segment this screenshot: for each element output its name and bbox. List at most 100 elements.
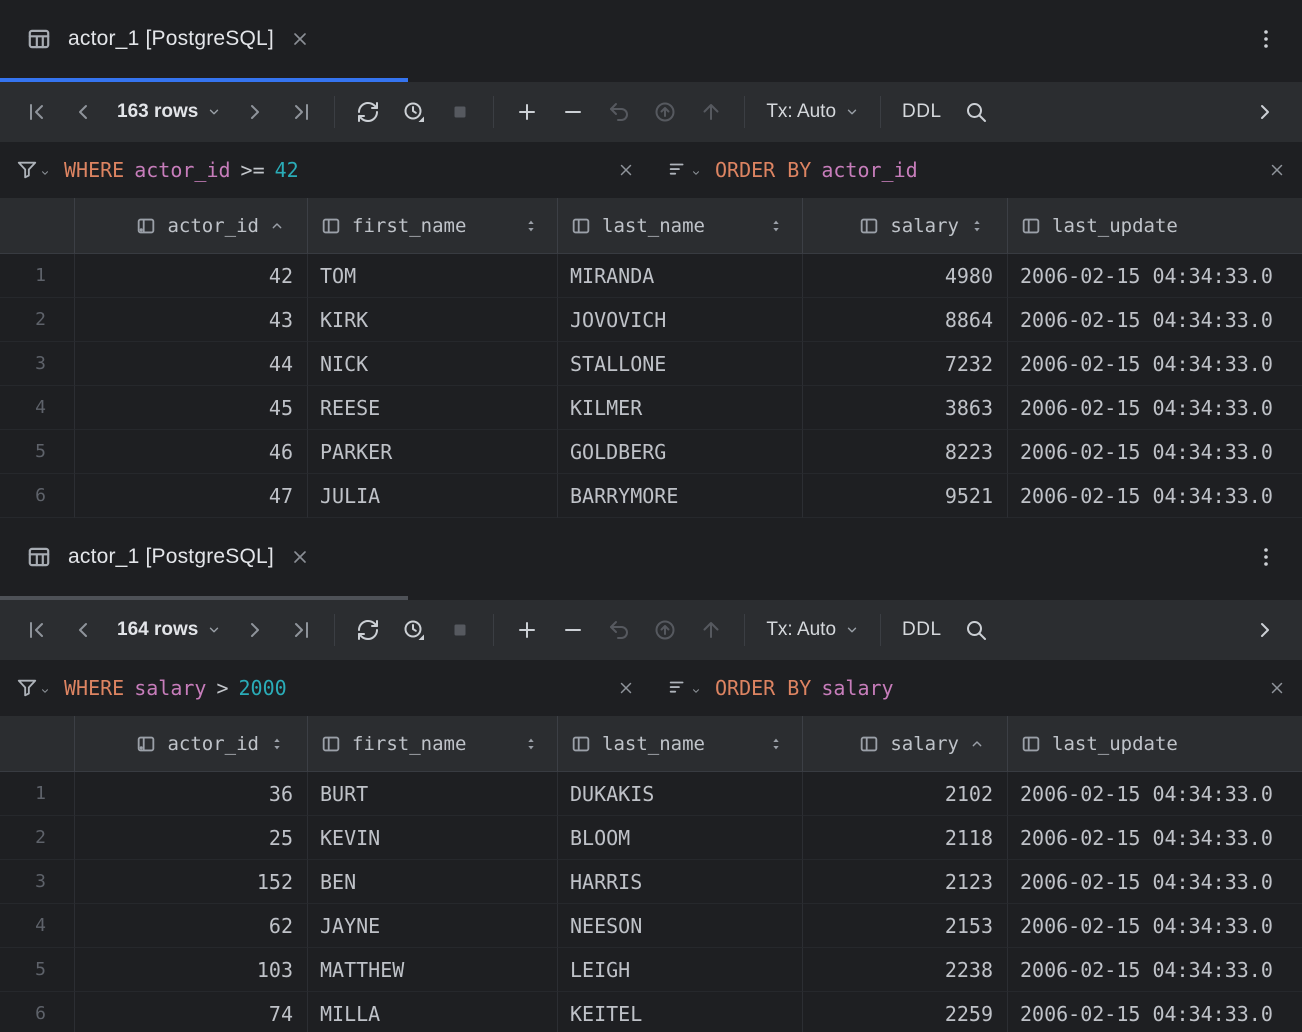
column-header-last-name[interactable]: last_name [558, 716, 803, 772]
previous-page-button[interactable] [60, 100, 106, 124]
cell-actor-id[interactable]: 74 [75, 992, 308, 1032]
cell-salary[interactable]: 8864 [803, 298, 1008, 342]
order-by-section[interactable]: ORDER BY salary [651, 660, 1302, 716]
row-number[interactable]: 6 [0, 474, 75, 518]
search-button[interactable] [953, 100, 999, 124]
cell-first-name[interactable]: JULIA [308, 474, 558, 518]
next-page-button[interactable] [232, 618, 278, 642]
clear-where-icon[interactable] [617, 679, 635, 697]
ddl-button[interactable]: DDL [891, 101, 953, 123]
add-row-button[interactable] [504, 618, 550, 642]
where-filter-section[interactable]: WHERE actor_id >= 42 [0, 142, 651, 198]
cell-salary[interactable]: 2238 [803, 948, 1008, 992]
page-size-selector[interactable]: 163 rows [106, 101, 232, 123]
filter-funnel-icon[interactable] [16, 677, 50, 699]
tab-actor-1[interactable]: actor_1 [PostgreSQL] [0, 0, 408, 82]
row-number[interactable]: 5 [0, 948, 75, 992]
cell-salary[interactable]: 4980 [803, 254, 1008, 298]
cell-actor-id[interactable]: 46 [75, 430, 308, 474]
order-by-icon[interactable] [667, 677, 701, 699]
cell-first-name[interactable]: NICK [308, 342, 558, 386]
cell-last-name[interactable]: GOLDBERG [558, 430, 803, 474]
page-size-selector[interactable]: 164 rows [106, 619, 232, 641]
cell-last-name[interactable]: BARRYMORE [558, 474, 803, 518]
tab-close-icon[interactable] [290, 29, 310, 49]
cell-last-update[interactable]: 2006-02-15 04:34:33.0 [1008, 904, 1302, 948]
cell-last-name[interactable]: NEESON [558, 904, 803, 948]
tab-actor-1[interactable]: actor_1 [PostgreSQL] [0, 518, 408, 600]
cell-last-name[interactable]: KILMER [558, 386, 803, 430]
more-options-icon[interactable] [1254, 27, 1302, 56]
cell-last-update[interactable]: 2006-02-15 04:34:33.0 [1008, 474, 1302, 518]
cell-last-update[interactable]: 2006-02-15 04:34:33.0 [1008, 430, 1302, 474]
cell-last-name[interactable]: LEIGH [558, 948, 803, 992]
cell-first-name[interactable]: JAYNE [308, 904, 558, 948]
cell-actor-id[interactable]: 36 [75, 772, 308, 816]
column-header-salary[interactable]: salary [803, 716, 1008, 772]
schedule-refresh-button[interactable] [391, 618, 437, 642]
row-number[interactable]: 1 [0, 772, 75, 816]
column-header-actor-id[interactable]: actor_id [75, 716, 308, 772]
cell-actor-id[interactable]: 43 [75, 298, 308, 342]
cell-last-name[interactable]: MIRANDA [558, 254, 803, 298]
cell-last-update[interactable]: 2006-02-15 04:34:33.0 [1008, 386, 1302, 430]
clear-where-icon[interactable] [617, 161, 635, 179]
stop-button[interactable] [437, 618, 483, 642]
row-number[interactable]: 1 [0, 254, 75, 298]
expand-toolbar-button[interactable] [1242, 618, 1288, 642]
column-header-salary[interactable]: salary [803, 198, 1008, 254]
revert-button[interactable] [642, 618, 688, 642]
delete-row-button[interactable] [550, 100, 596, 124]
cell-actor-id[interactable]: 44 [75, 342, 308, 386]
delete-row-button[interactable] [550, 618, 596, 642]
cell-first-name[interactable]: KIRK [308, 298, 558, 342]
cell-first-name[interactable]: REESE [308, 386, 558, 430]
column-header-last-update[interactable]: last_update [1008, 716, 1302, 772]
cell-salary[interactable]: 7232 [803, 342, 1008, 386]
cell-first-name[interactable]: TOM [308, 254, 558, 298]
cell-first-name[interactable]: BURT [308, 772, 558, 816]
submit-button[interactable] [688, 100, 734, 124]
ddl-button[interactable]: DDL [891, 619, 953, 641]
cell-first-name[interactable]: KEVIN [308, 816, 558, 860]
cell-salary[interactable]: 9521 [803, 474, 1008, 518]
submit-button[interactable] [688, 618, 734, 642]
column-header-last-name[interactable]: last_name [558, 198, 803, 254]
column-header-last-update[interactable]: last_update [1008, 198, 1302, 254]
column-header-actor-id[interactable]: actor_id [75, 198, 308, 254]
cell-actor-id[interactable]: 47 [75, 474, 308, 518]
cell-last-name[interactable]: STALLONE [558, 342, 803, 386]
cell-salary[interactable]: 2123 [803, 860, 1008, 904]
cell-last-name[interactable]: KEITEL [558, 992, 803, 1032]
cell-first-name[interactable]: PARKER [308, 430, 558, 474]
next-page-button[interactable] [232, 100, 278, 124]
stop-button[interactable] [437, 100, 483, 124]
row-number[interactable]: 2 [0, 298, 75, 342]
order-by-input[interactable]: ORDER BY salary [715, 676, 894, 700]
column-header-first-name[interactable]: first_name [308, 198, 558, 254]
search-button[interactable] [953, 618, 999, 642]
cell-first-name[interactable]: MILLA [308, 992, 558, 1032]
cell-last-name[interactable]: HARRIS [558, 860, 803, 904]
cell-salary[interactable]: 8223 [803, 430, 1008, 474]
cell-salary[interactable]: 2102 [803, 772, 1008, 816]
cell-actor-id[interactable]: 25 [75, 816, 308, 860]
expand-toolbar-button[interactable] [1242, 100, 1288, 124]
last-page-button[interactable] [278, 618, 324, 642]
tab-close-icon[interactable] [290, 547, 310, 567]
cell-salary[interactable]: 2118 [803, 816, 1008, 860]
order-by-section[interactable]: ORDER BY actor_id [651, 142, 1302, 198]
cell-salary[interactable]: 2153 [803, 904, 1008, 948]
row-number[interactable]: 5 [0, 430, 75, 474]
last-page-button[interactable] [278, 100, 324, 124]
add-row-button[interactable] [504, 100, 550, 124]
first-page-button[interactable] [14, 100, 60, 124]
cell-last-update[interactable]: 2006-02-15 04:34:33.0 [1008, 254, 1302, 298]
filter-funnel-icon[interactable] [16, 159, 50, 181]
first-page-button[interactable] [14, 618, 60, 642]
row-number[interactable]: 4 [0, 904, 75, 948]
row-number[interactable]: 3 [0, 342, 75, 386]
undo-button[interactable] [596, 618, 642, 642]
cell-actor-id[interactable]: 103 [75, 948, 308, 992]
more-options-icon[interactable] [1254, 545, 1302, 574]
